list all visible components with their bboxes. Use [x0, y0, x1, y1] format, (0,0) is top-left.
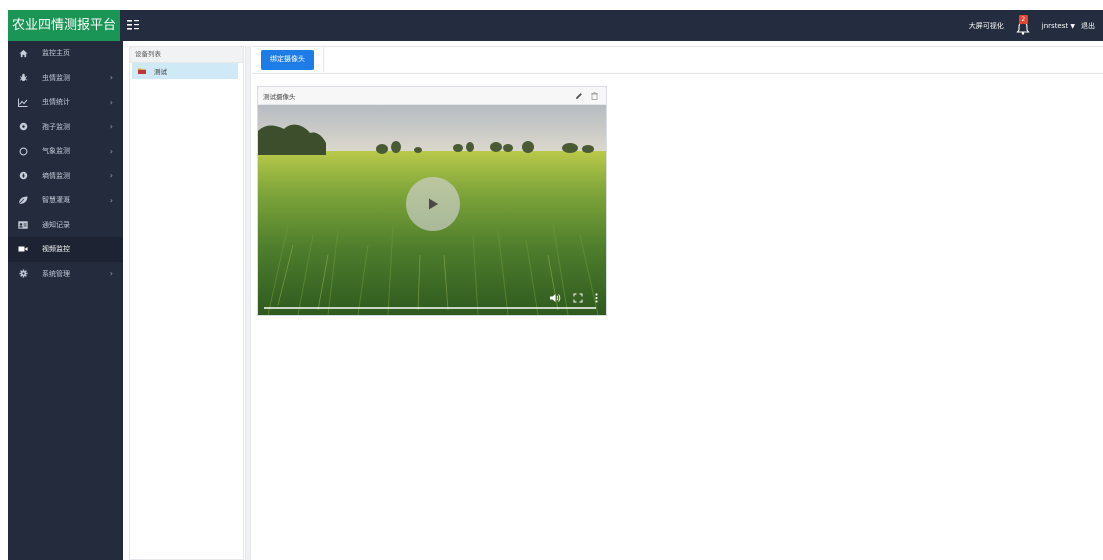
chevron-right-icon: › [109, 171, 113, 181]
camera-card-header: 测试摄像头 [258, 87, 606, 105]
camera-card: 测试摄像头 [257, 86, 607, 316]
video-camera-icon [18, 244, 28, 254]
soil-icon [18, 171, 28, 181]
video-progress-bar[interactable] [264, 307, 596, 309]
sidebar-item-spore-monitor[interactable]: 孢子监测 › [8, 115, 123, 140]
delete-icon[interactable] [591, 91, 598, 100]
play-icon [429, 198, 438, 210]
sidebar-item-label: 虫情监测 [42, 73, 70, 82]
logout-link[interactable]: 退出 [1081, 21, 1095, 31]
sidebar-item-label: 视频监控 [42, 245, 70, 254]
camera-title: 测试摄像头 [263, 92, 296, 101]
sidebar-item-label: 通知记录 [42, 220, 70, 229]
sidebar-item-label: 系统管理 [42, 269, 70, 278]
device-list-header: 设备列表 [130, 47, 243, 63]
sidebar: 监控主页 虫情监测 › 虫情统计 › 孢子监测 › 气象监测 › 墒情监测 › … [8, 41, 123, 560]
username: jnrstest [1041, 21, 1069, 30]
bind-camera-button[interactable]: 绑定摄像头 [261, 50, 314, 70]
gear-icon [18, 269, 28, 279]
leaf-icon [18, 195, 28, 205]
sidebar-item-smart-irrigation[interactable]: 智慧灌溉 › [8, 188, 123, 213]
sidebar-item-pest-monitor[interactable]: 虫情监测 › [8, 66, 123, 91]
video-player[interactable] [258, 105, 606, 315]
device-list-panel: 设备列表 测试 [129, 46, 244, 560]
sidebar-item-soil-monitor[interactable]: 墒情监测 › [8, 164, 123, 189]
folder-icon [138, 68, 146, 74]
caret-down-icon: ▼ [1070, 22, 1075, 30]
chevron-right-icon: › [109, 195, 113, 205]
sidebar-item-label: 墒情监测 [42, 171, 70, 180]
play-button[interactable] [406, 177, 460, 231]
bug-icon [18, 73, 28, 83]
fullscreen-icon[interactable] [573, 293, 583, 303]
notification-button[interactable]: 2 [1016, 14, 1030, 35]
main-content: 绑定摄像头 测试摄像头 [252, 46, 1103, 560]
volume-icon[interactable] [549, 293, 561, 303]
bigscreen-link[interactable]: 大屏可视化 [969, 21, 1004, 31]
chevron-right-icon: › [109, 97, 113, 107]
edit-icon[interactable] [575, 92, 583, 100]
notification-badge: 2 [1018, 14, 1028, 24]
weather-icon [18, 146, 28, 156]
sidebar-item-system-admin[interactable]: 系统管理 › [8, 262, 123, 287]
id-card-icon [18, 220, 28, 230]
chevron-right-icon: › [109, 122, 113, 132]
device-list-item[interactable]: 测试 [132, 63, 238, 79]
chevron-right-icon: › [109, 73, 113, 83]
app-root: 农业四情测报平台 大屏可视化 2 jnrstest ▼ 退出 监控主页 虫情监测… [0, 0, 1103, 560]
sidebar-item-home[interactable]: 监控主页 [8, 41, 123, 66]
panel-splitter[interactable] [245, 46, 251, 560]
video-controls [549, 293, 598, 303]
sidebar-item-video-monitor[interactable]: 视频监控 [8, 237, 123, 262]
toolbar: 绑定摄像头 [252, 46, 1103, 74]
line-chart-icon [18, 97, 28, 107]
home-icon [18, 48, 28, 58]
chevron-right-icon: › [109, 146, 113, 156]
device-label: 测试 [154, 68, 167, 76]
sidebar-item-label: 虫情统计 [42, 98, 70, 107]
chevron-right-icon: › [109, 269, 113, 279]
sidebar-item-pest-stats[interactable]: 虫情统计 › [8, 90, 123, 115]
sidebar-item-label: 孢子监测 [42, 122, 70, 131]
sidebar-item-label: 监控主页 [42, 49, 70, 58]
more-options-icon[interactable] [595, 293, 598, 303]
menu-toggle-icon[interactable] [126, 18, 140, 32]
sidebar-item-label: 气象监测 [42, 147, 70, 156]
top-bar: 农业四情测报平台 大屏可视化 2 jnrstest ▼ 退出 [8, 10, 1103, 41]
spore-icon [18, 122, 28, 132]
top-right-actions: 大屏可视化 2 jnrstest ▼ 退出 [969, 10, 1095, 41]
user-menu[interactable]: jnrstest ▼ [1042, 22, 1075, 30]
brand-title[interactable]: 农业四情测报平台 [8, 10, 120, 41]
sidebar-item-notification-log[interactable]: 通知记录 [8, 213, 123, 238]
sidebar-item-weather-monitor[interactable]: 气象监测 › [8, 139, 123, 164]
sidebar-item-label: 智慧灌溉 [42, 196, 70, 205]
